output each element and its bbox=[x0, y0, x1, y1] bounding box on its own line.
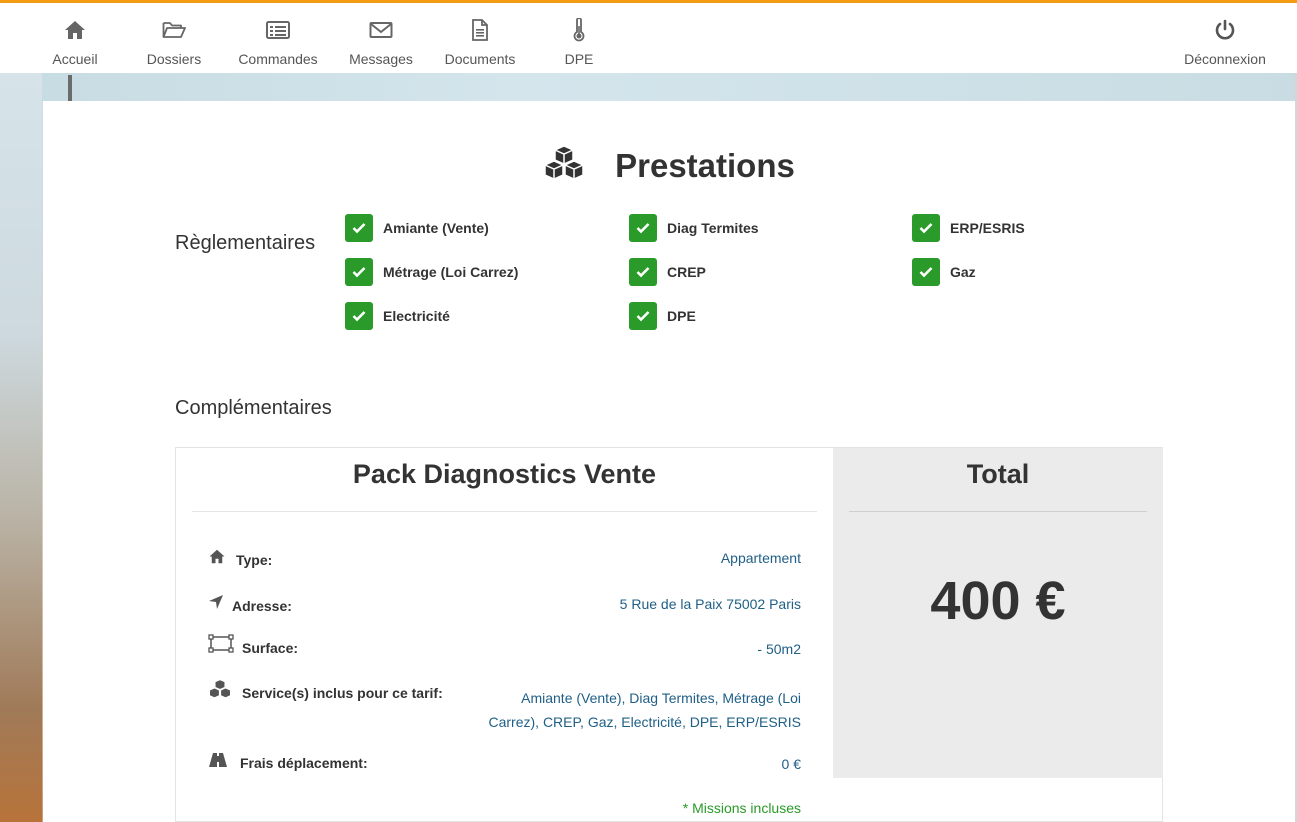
location-arrow-icon bbox=[208, 594, 226, 610]
pack-title: Pack Diagnostics Vente bbox=[352, 459, 657, 489]
checkbox-checked-icon[interactable] bbox=[345, 214, 373, 242]
folder-icon bbox=[162, 18, 186, 42]
background-sky bbox=[0, 73, 1297, 101]
nav-label: Messages bbox=[349, 51, 413, 67]
thermometer-icon bbox=[572, 18, 586, 42]
missions-note: * Missions incluses bbox=[682, 800, 801, 816]
surface-label-row: Surface: bbox=[208, 632, 298, 656]
total-title: Total bbox=[966, 459, 1030, 489]
checkbox-checked-icon[interactable] bbox=[629, 258, 657, 286]
cubes-icon bbox=[543, 145, 585, 186]
nav-item-accueil[interactable]: Accueil bbox=[45, 6, 105, 73]
nav-label: Commandes bbox=[238, 51, 318, 67]
nav-label: DPE bbox=[564, 51, 594, 67]
checkbox-checked-icon[interactable] bbox=[912, 214, 940, 242]
prestation-label: Electricité bbox=[383, 308, 450, 324]
type-label: Type: bbox=[236, 552, 273, 568]
power-icon bbox=[1214, 18, 1236, 42]
nav-item-commandes[interactable]: Commandes bbox=[235, 6, 321, 73]
prestation-item[interactable]: Gaz bbox=[912, 258, 976, 286]
prestation-item[interactable]: CREP bbox=[629, 258, 706, 286]
nav-item-dossiers[interactable]: Dossiers bbox=[139, 6, 209, 73]
prestation-item[interactable]: DPE bbox=[629, 302, 696, 330]
home-icon bbox=[208, 549, 230, 564]
services-value-line: Amiante (Vente), Diag Termites, Métrage … bbox=[521, 690, 801, 706]
prestation-label: Amiante (Vente) bbox=[383, 220, 489, 236]
prestations-card: Prestations Règlementaires Amiante (Vent… bbox=[43, 101, 1295, 822]
top-navigation-bar: Accueil Dossiers Commandes Messages Docu… bbox=[0, 0, 1297, 73]
home-icon bbox=[64, 18, 86, 42]
services-label-row: Service(s) inclus pour ce tarif: bbox=[208, 677, 443, 701]
checkbox-checked-icon[interactable] bbox=[345, 258, 373, 286]
checkbox-checked-icon[interactable] bbox=[629, 302, 657, 330]
nav-label: Documents bbox=[444, 51, 516, 67]
background-city-left bbox=[0, 73, 42, 822]
type-label-row: Type: bbox=[208, 544, 272, 568]
prestation-label: ERP/ESRIS bbox=[950, 220, 1025, 236]
complementaires-label: Complémentaires bbox=[175, 397, 332, 419]
list-icon bbox=[266, 18, 290, 42]
adresse-value: 5 Rue de la Paix 75002 Paris bbox=[619, 596, 801, 612]
prestation-label: DPE bbox=[667, 308, 696, 324]
adresse-label: Adresse: bbox=[232, 598, 292, 614]
prestation-item[interactable]: Métrage (Loi Carrez) bbox=[345, 258, 518, 286]
frais-value: 0 € bbox=[781, 756, 801, 772]
envelope-icon bbox=[369, 18, 393, 42]
adresse-label-row: Adresse: bbox=[208, 590, 292, 614]
document-icon bbox=[470, 18, 490, 42]
total-amount: 400 € bbox=[930, 571, 1066, 631]
checkbox-checked-icon[interactable] bbox=[912, 258, 940, 286]
frais-label: Frais déplacement: bbox=[240, 755, 368, 771]
logout-button[interactable]: Déconnexion bbox=[1180, 6, 1270, 73]
type-value: Appartement bbox=[720, 550, 801, 566]
prestation-item[interactable]: Amiante (Vente) bbox=[345, 214, 489, 242]
eiffel-tower-tip bbox=[68, 75, 72, 101]
checkbox-checked-icon[interactable] bbox=[345, 302, 373, 330]
surface-value: - 50m2 bbox=[757, 641, 801, 657]
pack-details: Pack Diagnostics Vente Type: Appartement… bbox=[176, 448, 833, 822]
prestation-label: Métrage (Loi Carrez) bbox=[383, 264, 519, 280]
reglementaires-label: Règlementaires bbox=[175, 232, 316, 254]
frais-label-row: Frais déplacement: bbox=[208, 749, 368, 771]
prestation-label: CREP bbox=[667, 264, 706, 280]
page-header: Prestations bbox=[43, 145, 1295, 186]
logout-label: Déconnexion bbox=[1184, 51, 1266, 67]
prestation-label: Gaz bbox=[950, 264, 976, 280]
prestation-label: Diag Termites bbox=[667, 220, 759, 236]
prestation-item[interactable]: Electricité bbox=[345, 302, 450, 330]
nav-item-messages[interactable]: Messages bbox=[346, 6, 416, 73]
services-value-line: Carrez), CREP, Gaz, Electricité, DPE, ER… bbox=[488, 714, 802, 730]
surface-label: Surface: bbox=[242, 640, 299, 656]
page-title: Prestations bbox=[615, 146, 795, 184]
prestation-item[interactable]: Diag Termites bbox=[629, 214, 759, 242]
checkbox-checked-icon[interactable] bbox=[629, 214, 657, 242]
services-value: Amiante (Vente), Diag Termites, Métrage … bbox=[489, 686, 802, 734]
prestation-item[interactable]: ERP/ESRIS bbox=[912, 214, 1025, 242]
divider bbox=[849, 511, 1147, 512]
divider bbox=[192, 511, 817, 512]
road-icon bbox=[208, 752, 234, 768]
cubes-icon bbox=[208, 679, 236, 699]
total-panel: Total 400 € bbox=[833, 448, 1163, 778]
surface-icon bbox=[208, 634, 236, 654]
nav-label: Dossiers bbox=[146, 51, 202, 67]
nav-item-dpe[interactable]: DPE bbox=[559, 6, 599, 73]
nav-item-documents[interactable]: Documents bbox=[442, 6, 518, 73]
services-label: Service(s) inclus pour ce tarif: bbox=[242, 685, 443, 701]
nav-label: Accueil bbox=[52, 51, 98, 67]
pack-panel: Pack Diagnostics Vente Type: Appartement… bbox=[175, 447, 1163, 822]
